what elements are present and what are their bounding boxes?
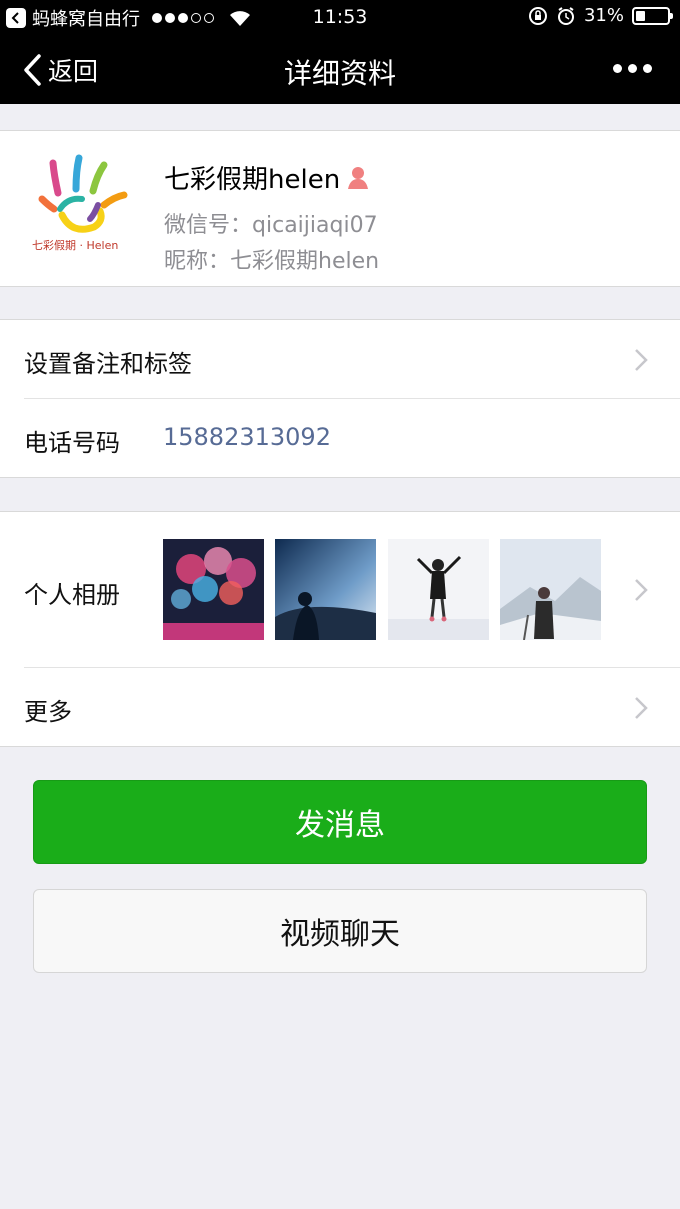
status-bar: 蚂蜂窝自由行 11:53 31% — [0, 0, 680, 34]
remark-tags-row[interactable]: 设置备注和标签 — [0, 320, 680, 398]
navigation-bar: 返回 详细资料 — [0, 34, 680, 104]
profile-name: 七彩假期helen — [164, 165, 341, 195]
phone-label: 电话号码 — [24, 429, 120, 457]
info-group: 设置备注和标签 电话号码 15882313092 — [0, 319, 680, 478]
more-options-button[interactable] — [613, 64, 652, 73]
video-call-button[interactable]: 视频聊天 — [33, 889, 647, 973]
nickname-label: 昵称： — [164, 249, 231, 274]
wechat-id-label: 微信号： — [164, 213, 253, 238]
chevron-right-icon — [635, 349, 648, 371]
avatar[interactable]: 七彩假期 · Helen — [24, 149, 139, 264]
avatar-caption: 七彩假期 · Helen — [32, 238, 118, 252]
battery-icon — [632, 6, 673, 25]
battery-percent: 31% — [583, 5, 624, 26]
album-photo[interactable] — [275, 539, 376, 640]
album-photo[interactable] — [388, 539, 489, 640]
more-label: 更多 — [24, 698, 72, 726]
chevron-right-icon — [635, 579, 648, 601]
brand-logo-icon: 七彩假期 · Helen — [24, 149, 139, 264]
profile-card: 七彩假期 · Helen 七彩假期helen 微信号：qicaijiaqi07 … — [0, 130, 680, 287]
status-right: 31% — [528, 5, 673, 26]
album-row[interactable]: 个人相册 — [0, 512, 680, 667]
nickname: 七彩假期helen — [230, 249, 380, 274]
phone-row: 电话号码 15882313092 — [0, 399, 680, 477]
nickname-line: 昵称：七彩假期helen — [164, 243, 379, 275]
female-icon — [348, 166, 369, 189]
chevron-right-icon — [635, 697, 648, 719]
remark-tags-label: 设置备注和标签 — [24, 350, 192, 378]
profile-name-row: 七彩假期helen — [164, 159, 372, 196]
album-label: 个人相册 — [24, 581, 120, 609]
album-photo[interactable] — [500, 539, 601, 640]
album-group: 个人相册 更多 — [0, 511, 680, 747]
alarm-icon — [557, 6, 574, 25]
orientation-lock-icon — [528, 6, 547, 25]
more-row[interactable]: 更多 — [0, 668, 680, 746]
phone-number-link[interactable]: 15882313092 — [163, 423, 331, 451]
album-photo[interactable] — [163, 539, 264, 640]
wechat-id-line: 微信号：qicaijiaqi07 — [164, 207, 378, 239]
send-message-button[interactable]: 发消息 — [33, 780, 647, 864]
page-title: 详细资料 — [283, 57, 396, 90]
wechat-id: qicaijiaqi07 — [252, 213, 378, 238]
